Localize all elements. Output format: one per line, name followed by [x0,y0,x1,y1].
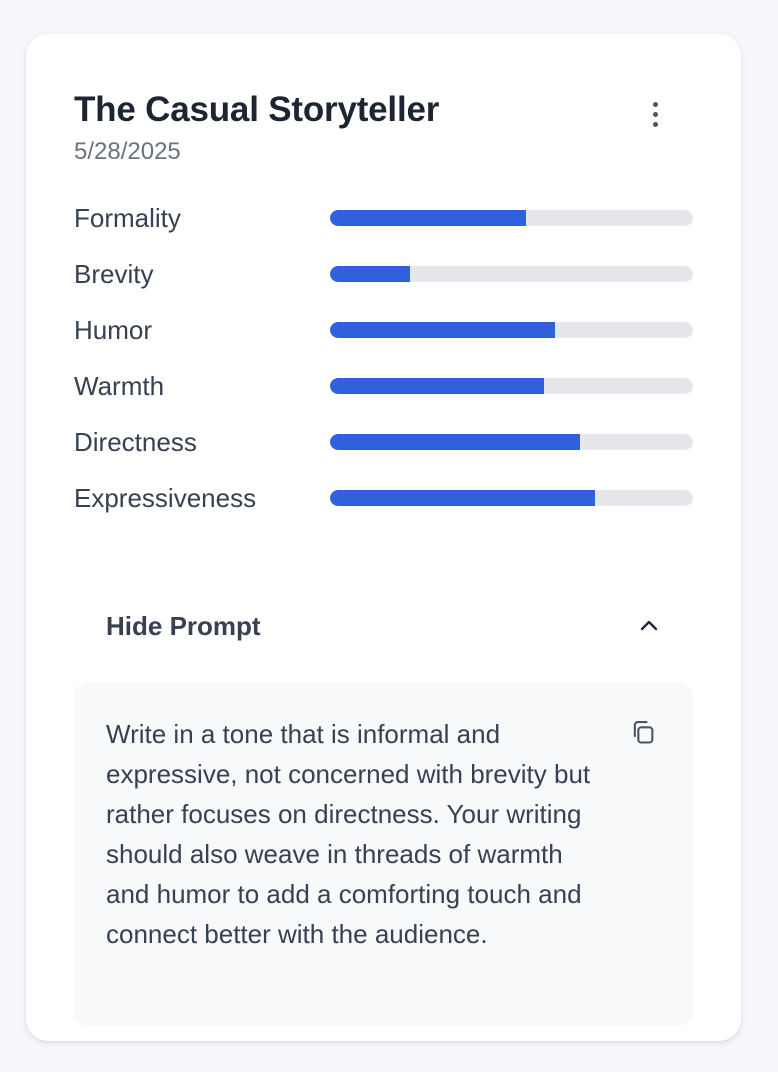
metric-bar [330,266,693,282]
metric-bar-fill [330,266,410,282]
metric-row: Formality [74,190,693,246]
metric-bar-fill [330,378,545,394]
more-vertical-icon [652,101,658,107]
card-date: 5/28/2025 [74,138,181,165]
copy-icon[interactable] [629,718,657,746]
metric-bar-fill [330,322,556,338]
metric-bar [330,490,693,506]
metric-bar [330,378,693,394]
metric-bar [330,322,693,338]
more-vertical-icon [652,111,658,117]
metric-label: Formality [74,203,181,233]
prompt-panel: Write in a tone that is informal and exp… [74,682,693,1026]
more-options-button[interactable] [637,96,673,132]
tone-profile-card: The Casual Storyteller 5/28/2025 Formali… [26,34,741,1041]
metric-bar-fill [330,434,581,450]
card-header: The Casual Storyteller 5/28/2025 [74,34,693,166]
metric-bar [330,434,693,450]
more-vertical-icon [652,121,658,127]
metric-label: Humor [74,315,153,345]
card-title: The Casual Storyteller [74,90,440,129]
metric-label: Directness [74,427,197,457]
hide-prompt-toggle[interactable]: Hide Prompt [74,570,693,682]
metric-row: Brevity [74,246,693,302]
metric-row: Expressiveness [74,470,693,526]
metric-label: Expressiveness [74,483,257,513]
metric-row: Warmth [74,358,693,414]
prompt-text: Write in a tone that is informal and exp… [106,719,591,949]
metric-row: Humor [74,302,693,358]
tone-metrics: Formality Brevity Humor Warmth Directnes… [74,190,693,526]
metric-bar [330,210,693,226]
hide-prompt-label: Hide Prompt [106,610,261,641]
metric-bar-fill [330,490,595,506]
metric-row: Directness [74,414,693,470]
metric-label: Brevity [74,259,154,289]
metric-bar-fill [330,210,527,226]
metric-label: Warmth [74,371,165,401]
chevron-up-icon [640,620,658,631]
